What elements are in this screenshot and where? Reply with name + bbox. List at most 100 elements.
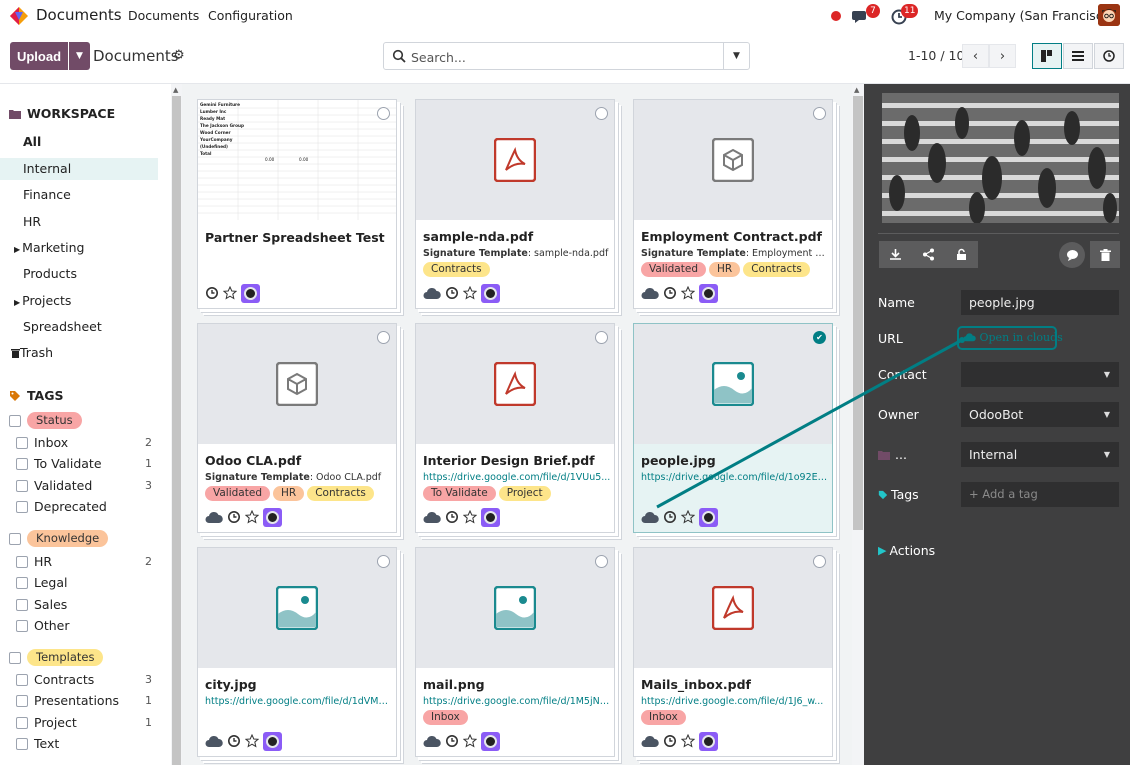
tag-group-knowledge[interactable]: Knowledge xyxy=(0,529,160,549)
document-card[interactable]: Interior Design Brief.pdf https://drive.… xyxy=(415,323,615,533)
checkbox[interactable] xyxy=(16,599,28,611)
star-icon[interactable] xyxy=(223,286,237,300)
card-url-link[interactable]: https://drive.google.com/file/d/1o92Eu..… xyxy=(641,472,829,483)
sidebar-item-spreadsheet[interactable]: Spreadsheet xyxy=(0,316,158,338)
document-card[interactable]: city.jpg https://drive.google.com/file/d… xyxy=(197,547,397,757)
document-card[interactable]: Gemini Furniture Lumber Inc Ready Mat Th… xyxy=(197,99,397,309)
pager-value[interactable]: 1-10 / 10 xyxy=(908,48,964,63)
star-icon[interactable] xyxy=(245,510,259,524)
clock-icon[interactable] xyxy=(445,286,459,300)
search-options-toggle[interactable]: ▼ xyxy=(723,43,749,69)
sidebar-item-projects[interactable]: ▶ Projects xyxy=(0,290,158,312)
share-button[interactable] xyxy=(912,241,945,268)
tag-text[interactable]: Text xyxy=(0,734,160,754)
actions-toggle[interactable]: ▶ Actions xyxy=(878,543,935,558)
kanban-view-button[interactable] xyxy=(1032,43,1062,69)
document-card-selected[interactable]: ✔ people.jpg https://drive.google.com/fi… xyxy=(633,323,833,533)
tag-to-validate[interactable]: To Validate 1 xyxy=(0,454,160,474)
gear-icon[interactable]: ⚙ xyxy=(173,48,185,63)
star-icon[interactable] xyxy=(463,286,477,300)
owner-avatar[interactable] xyxy=(481,507,500,527)
selected-check-icon[interactable]: ✔ xyxy=(813,331,826,344)
tag-deprecated[interactable]: Deprecated xyxy=(0,497,160,517)
user-avatar[interactable] xyxy=(1098,4,1120,26)
delete-button[interactable] xyxy=(1090,241,1120,268)
tag-contracts[interactable]: Contracts 3 xyxy=(0,670,160,690)
tag-sales[interactable]: Sales xyxy=(0,595,160,615)
company-switcher[interactable]: My Company (San Francisco) xyxy=(934,8,1115,23)
checkbox[interactable] xyxy=(16,458,28,470)
sidebar-item-products[interactable]: Products xyxy=(0,263,158,285)
tag-hr[interactable]: HR 2 xyxy=(0,552,160,572)
sidebar-scrollbar-thumb[interactable] xyxy=(172,96,181,765)
checkbox[interactable] xyxy=(16,501,28,513)
star-icon[interactable] xyxy=(463,510,477,524)
card-url-link[interactable]: https://drive.google.com/file/d/1J6_w... xyxy=(641,696,829,707)
star-icon[interactable] xyxy=(681,734,695,748)
star-icon[interactable] xyxy=(681,286,695,300)
checkbox[interactable] xyxy=(16,695,28,707)
document-card[interactable]: mail.png https://drive.google.com/file/d… xyxy=(415,547,615,757)
app-title[interactable]: Documents xyxy=(36,6,122,24)
tag-presentations[interactable]: Presentations 1 xyxy=(0,691,160,711)
status-dot-icon[interactable] xyxy=(831,11,841,21)
document-card[interactable]: Mails_inbox.pdf https://drive.google.com… xyxy=(633,547,833,757)
menu-configuration[interactable]: Configuration xyxy=(208,8,293,23)
select-radio[interactable] xyxy=(377,555,390,568)
tag-legal[interactable]: Legal xyxy=(0,573,160,593)
list-view-button[interactable] xyxy=(1063,43,1093,69)
checkbox[interactable] xyxy=(16,556,28,568)
sidebar-item-all[interactable]: All xyxy=(0,131,158,153)
owner-avatar[interactable] xyxy=(481,283,500,303)
sidebar-item-marketing[interactable]: ▶ Marketing xyxy=(0,237,158,259)
workspace-select[interactable]: Internal ▼ xyxy=(961,442,1119,467)
tag-inbox[interactable]: Inbox 2 xyxy=(0,433,160,453)
search-bar[interactable]: ▼ xyxy=(383,42,750,70)
main-scrollbar-thumb[interactable] xyxy=(853,96,863,530)
menu-documents[interactable]: Documents xyxy=(128,8,199,23)
checkbox[interactable] xyxy=(9,533,21,545)
clock-icon[interactable] xyxy=(663,286,677,300)
card-url-link[interactable]: https://drive.google.com/file/d/1dVM4... xyxy=(205,696,393,707)
lock-button[interactable] xyxy=(945,241,978,268)
clock-icon[interactable] xyxy=(227,734,241,748)
select-radio[interactable] xyxy=(595,555,608,568)
download-button[interactable] xyxy=(879,241,912,268)
open-in-clouds-button[interactable]: Open in clouds xyxy=(957,326,1063,350)
owner-avatar[interactable] xyxy=(263,507,282,527)
owner-avatar[interactable] xyxy=(263,731,282,751)
checkbox[interactable] xyxy=(9,652,21,664)
star-icon[interactable] xyxy=(463,734,477,748)
clock-icon[interactable] xyxy=(445,734,459,748)
checkbox[interactable] xyxy=(16,437,28,449)
clock-icon[interactable] xyxy=(227,510,241,524)
pager-previous-button[interactable]: ‹ xyxy=(962,44,989,68)
tag-other[interactable]: Other xyxy=(0,616,160,636)
star-icon[interactable] xyxy=(681,510,695,524)
upload-button[interactable]: Upload xyxy=(10,42,68,70)
tag-validated[interactable]: Validated 3 xyxy=(0,476,160,496)
select-radio[interactable] xyxy=(595,331,608,344)
checkbox[interactable] xyxy=(16,480,28,492)
name-field[interactable]: people.jpg xyxy=(961,290,1119,315)
scroll-up-icon[interactable]: ▲ xyxy=(173,86,178,94)
sidebar-item-internal[interactable]: Internal xyxy=(0,158,158,180)
checkbox[interactable] xyxy=(9,415,21,427)
owner-avatar[interactable] xyxy=(481,731,500,751)
checkbox[interactable] xyxy=(16,620,28,632)
checkbox[interactable] xyxy=(16,717,28,729)
owner-avatar[interactable] xyxy=(699,283,718,303)
checkbox[interactable] xyxy=(16,577,28,589)
tag-group-status[interactable]: Status xyxy=(0,411,160,431)
owner-avatar[interactable] xyxy=(699,731,718,751)
select-radio[interactable] xyxy=(377,331,390,344)
document-card[interactable]: Odoo CLA.pdf Signature Template: Odoo CL… xyxy=(197,323,397,533)
owner-select[interactable]: OdooBot ▼ xyxy=(961,402,1119,427)
tag-project[interactable]: Project 1 xyxy=(0,713,160,733)
owner-avatar[interactable] xyxy=(241,283,260,303)
card-url-link[interactable]: https://drive.google.com/file/d/1VUu5... xyxy=(423,472,611,483)
select-radio[interactable] xyxy=(377,107,390,120)
chatter-button[interactable] xyxy=(1059,242,1085,268)
pager-next-button[interactable]: › xyxy=(989,44,1016,68)
document-card[interactable]: Employment Contract.pdf Signature Templa… xyxy=(633,99,833,309)
